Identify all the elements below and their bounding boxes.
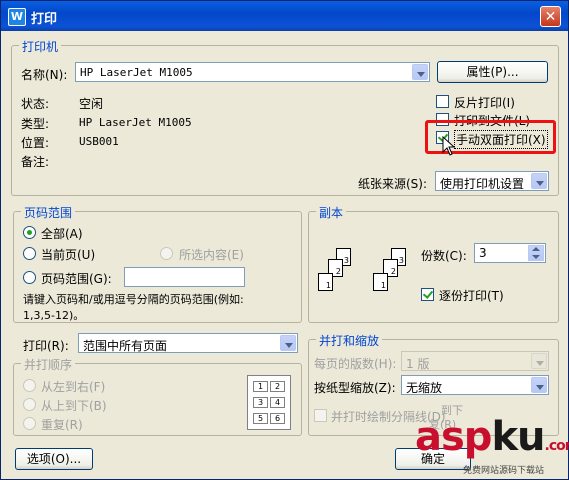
order-cell: 5 [253, 413, 268, 424]
chevron-down-icon [412, 64, 428, 80]
copies-count-value: 3 [479, 246, 487, 260]
chevron-down-icon [531, 377, 547, 393]
aspku-logo: aspku.com [415, 414, 569, 460]
printer-name-label: 名称(N): [21, 68, 68, 82]
copies-count-input[interactable]: 3 [474, 243, 546, 263]
order-cell: 4 [270, 397, 285, 408]
draw-separator-checkbox[interactable] [314, 409, 327, 422]
collate-checkbox[interactable] [421, 288, 434, 301]
paper-source-label: 纸张来源(S): [358, 177, 428, 191]
location-label: 位置: [21, 136, 50, 150]
type-label: 类型: [21, 117, 50, 131]
title-bar[interactable]: W 打印 ✕ [1, 1, 568, 31]
copies-group [308, 211, 559, 323]
pages-per-sheet-select[interactable]: 1 版 [401, 351, 549, 371]
order-left-right-radio[interactable] [23, 379, 36, 392]
page-icon: 1 [318, 273, 333, 291]
range-current-radio[interactable] [23, 247, 36, 260]
window-title: 打印 [31, 12, 58, 27]
order-cell: 6 [270, 413, 285, 424]
chevron-down-icon [531, 173, 547, 189]
print-order-group-label: 并打顺序 [21, 356, 76, 373]
range-all-radio[interactable] [23, 226, 36, 239]
wps-app-icon: W [8, 8, 26, 26]
printer-group-label: 打印机 [19, 38, 62, 55]
status-value: 空闲 [79, 97, 104, 111]
close-button[interactable]: ✕ [540, 6, 561, 27]
range-pages-label: 页码范围(G): [41, 272, 112, 286]
page-icon: 1 [373, 273, 388, 291]
page-range-hint-example: 1,3,5-12)。 [23, 309, 85, 322]
chevron-down-icon [531, 353, 547, 369]
status-label: 状态: [21, 97, 50, 111]
order-top-bottom-label: 从上到下(B) [41, 399, 107, 413]
order-repeat-label: 重复(R) [41, 418, 83, 432]
copies-group-label: 副本 [316, 204, 347, 221]
paper-source-select[interactable]: 使用打印机设置 [435, 171, 549, 191]
scale-value: 无缩放 [406, 381, 443, 395]
range-selection-radio[interactable] [160, 247, 173, 260]
pages-per-sheet-label: 每页的版数(H): [314, 357, 397, 371]
range-pages-radio[interactable] [23, 271, 36, 284]
page-range-group-label: 页码范围 [21, 204, 76, 221]
pages-per-sheet-value: 1 版 [406, 357, 430, 371]
copies-spinner[interactable] [528, 245, 544, 261]
printer-name-select[interactable]: HP LaserJet M1005 [75, 62, 430, 82]
location-value: USB001 [79, 135, 119, 148]
print-what-value: 范围中所有页面 [83, 339, 168, 353]
printer-name-value: HP LaserJet M1005 [80, 66, 193, 79]
range-current-label: 当前页(U) [41, 248, 96, 262]
order-cell: 3 [253, 397, 268, 408]
chevron-down-icon [280, 335, 296, 351]
print-what-label: 打印(R): [23, 339, 69, 353]
order-cell: 1 [253, 381, 268, 392]
comment-label: 备注: [21, 155, 50, 169]
zoom-group-label: 并打和缩放 [316, 332, 383, 349]
order-cell: 2 [270, 381, 285, 392]
options-button[interactable]: 选项(O)... [15, 448, 93, 470]
copies-count-label: 份数(C): [421, 249, 467, 263]
page-range-input[interactable] [124, 267, 245, 287]
spin-arrows-icon [532, 247, 540, 259]
order-top-bottom-radio[interactable] [23, 398, 36, 411]
scale-select[interactable]: 无缩放 [401, 375, 549, 395]
print-dialog: W 打印 ✕ 打印机 名称(N): HP LaserJet M1005 属性(P… [0, 0, 569, 480]
scale-label: 按纸型缩放(Z): [314, 381, 396, 395]
print-what-select[interactable]: 范围中所有页面 [78, 333, 298, 353]
reverse-print-label: 反片打印(I) [454, 96, 515, 110]
aspku-subtitle: 免费网站源码下载站 [463, 466, 545, 476]
print-order-preview: 1 2 3 4 5 6 [247, 375, 291, 430]
type-value: HP LaserJet M1005 [79, 116, 192, 129]
collate-label: 逐份打印(T) [439, 289, 504, 303]
mouse-cursor-icon [442, 136, 456, 156]
order-left-right-label: 从左到右(F) [41, 380, 106, 394]
properties-button[interactable]: 属性(P)... [437, 61, 548, 83]
paper-source-value: 使用打印机设置 [440, 177, 525, 191]
range-all-label: 全部(A) [41, 227, 83, 241]
aspku-watermark: aspku.com 免费网站源码下载站 [415, 413, 569, 476]
range-selection-label: 所选内容(E) [179, 248, 244, 262]
reverse-print-checkbox[interactable] [436, 95, 449, 108]
order-repeat-radio[interactable] [23, 417, 36, 430]
page-range-hint: 请键入页码和/或用逗号分隔的页码范围(例如: [23, 293, 244, 306]
